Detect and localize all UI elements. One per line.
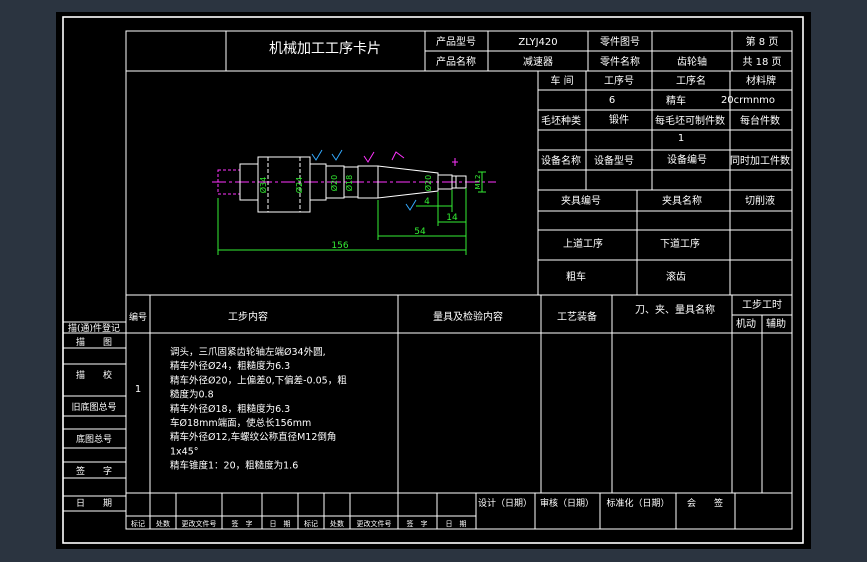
prev-op-value: 粗车 [566, 270, 586, 283]
left-label-check: 描 校 [76, 369, 112, 381]
total-pages: 共 18 页 [742, 56, 781, 68]
footer-col-count-2: 处数 [330, 519, 344, 528]
footer-col-change: 更改文件号 [182, 519, 217, 528]
parts-per-blank-label: 每毛坯可制件数 [655, 114, 725, 127]
dim-length-14: 14 [446, 213, 458, 223]
blank-type-value: 锻件 [609, 113, 629, 126]
footer-col-date-2: 日 期 [446, 520, 467, 528]
blank-type-label: 毛坯种类 [541, 114, 581, 127]
step-line: 精车外径Ø20，上偏差0,下偏差-0.05，粗 [170, 374, 347, 386]
dim-dia-34: Ø34 [258, 177, 268, 193]
col-header-hours: 工步工时 [742, 299, 782, 311]
dim-dia-24: Ø24 [294, 177, 304, 193]
next-op-value: 滚齿 [666, 270, 686, 283]
left-label-date: 日 期 [76, 498, 112, 509]
step-line: 糙度为0.8 [170, 389, 214, 401]
dim-dia-20-right: Ø20 [423, 175, 433, 191]
part-no-label: 零件图号 [600, 36, 640, 48]
col-header-no: 编号 [129, 311, 147, 323]
step-line: 调头，三爪固紧齿轮轴左端Ø34外圆, [170, 346, 326, 358]
col-header-equipment: 工艺装备 [557, 310, 597, 323]
col-header-content: 工步内容 [228, 310, 268, 323]
dim-length-54: 54 [414, 227, 426, 237]
footer-col-change-2: 更改文件号 [357, 519, 392, 528]
product-model-value: ZLYJ420 [518, 37, 557, 48]
footer-col-count: 处数 [156, 519, 170, 528]
dim-overall-length: 156 [331, 241, 348, 251]
dim-length-4: 4 [424, 197, 430, 207]
left-label-base: 底图总号 [76, 433, 112, 445]
col-header-tools: 刀、夹、量具名称 [635, 303, 715, 316]
left-label-sign: 签 字 [76, 465, 112, 477]
workshop-label: 车 间 [550, 74, 573, 87]
left-label-draw: 描 图 [76, 336, 112, 348]
part-name-value: 齿轮轴 [677, 55, 707, 68]
dim-dia-20: Ø20 [329, 175, 339, 191]
coolant-label: 切削液 [745, 194, 775, 207]
op-no-label: 工序号 [604, 74, 634, 87]
simul-parts-label: 同时加工件数 [730, 154, 790, 167]
left-label-old-base: 旧底图总号 [71, 401, 116, 413]
next-op-label: 下道工序 [660, 237, 700, 250]
card-title: 机械加工工序卡片 [269, 41, 381, 57]
prev-op-label: 上道工序 [563, 237, 603, 250]
dim-dia-18: Ø18 [344, 175, 354, 191]
sheet-number: 第 8 页 [746, 35, 779, 48]
step-line: 精车外径Ø12,车螺纹公称直径M12倒角 [170, 431, 336, 443]
step-line: 精车锥度1：20，粗糙度为1.6 [170, 460, 298, 472]
product-name-label: 产品名称 [436, 55, 476, 68]
material-label: 材料牌 [746, 74, 776, 87]
op-name-label: 工序名 [676, 74, 706, 87]
col-header-machine: 机动 [736, 317, 756, 330]
product-model-label: 产品型号 [436, 35, 476, 48]
equip-model-label: 设备型号 [594, 154, 634, 167]
step-line: 精车外径Ø18，粗糙度为6.3 [170, 403, 290, 415]
process-card-sheet: 机械加工工序卡片 产品型号 ZLYJ420 零件图号 第 8 页 产品名称 减速… [56, 12, 811, 549]
col-header-aux: 辅助 [766, 317, 786, 330]
step-line: 精车外径Ø24，粗糙度为6.3 [170, 360, 290, 372]
parts-per-blank-value: 1 [678, 133, 684, 144]
footer-col-sign-2: 签 字 [407, 519, 428, 528]
footer-review: 审核（日期） [540, 497, 594, 509]
material-value: 20crmnmo [721, 95, 775, 106]
step-line: 车Ø18mm端面，使总长156mm [170, 417, 311, 429]
footer-col-mark-2: 标记 [304, 519, 318, 528]
per-unit-label: 每台件数 [740, 114, 780, 127]
op-no-value: 6 [609, 95, 615, 106]
part-name-label: 零件名称 [600, 55, 640, 68]
step-number: 1 [135, 384, 141, 395]
product-name-value: 减速器 [523, 56, 553, 68]
footer-countersign: 会 签 [687, 497, 723, 509]
equip-name-label: 设备名称 [541, 154, 581, 167]
left-label-trace: 描(通)件登记 [68, 322, 120, 334]
fixture-name-label: 夹具名称 [662, 194, 702, 207]
footer-design: 设计（日期） [478, 497, 532, 509]
equip-no-label: 设备编号 [667, 153, 707, 166]
footer-col-sign: 签 字 [232, 519, 253, 528]
op-name-value: 精车 [666, 94, 686, 107]
col-header-inspect: 量具及检验内容 [433, 310, 503, 323]
dim-thread-m12: M12 [474, 175, 482, 190]
step-line: 1x45° [170, 446, 199, 457]
footer-standard: 标准化（日期） [606, 497, 669, 509]
footer-col-date: 日 期 [270, 520, 291, 528]
fixture-no-label: 夹具编号 [561, 194, 601, 207]
footer-col-mark: 标记 [131, 519, 145, 528]
